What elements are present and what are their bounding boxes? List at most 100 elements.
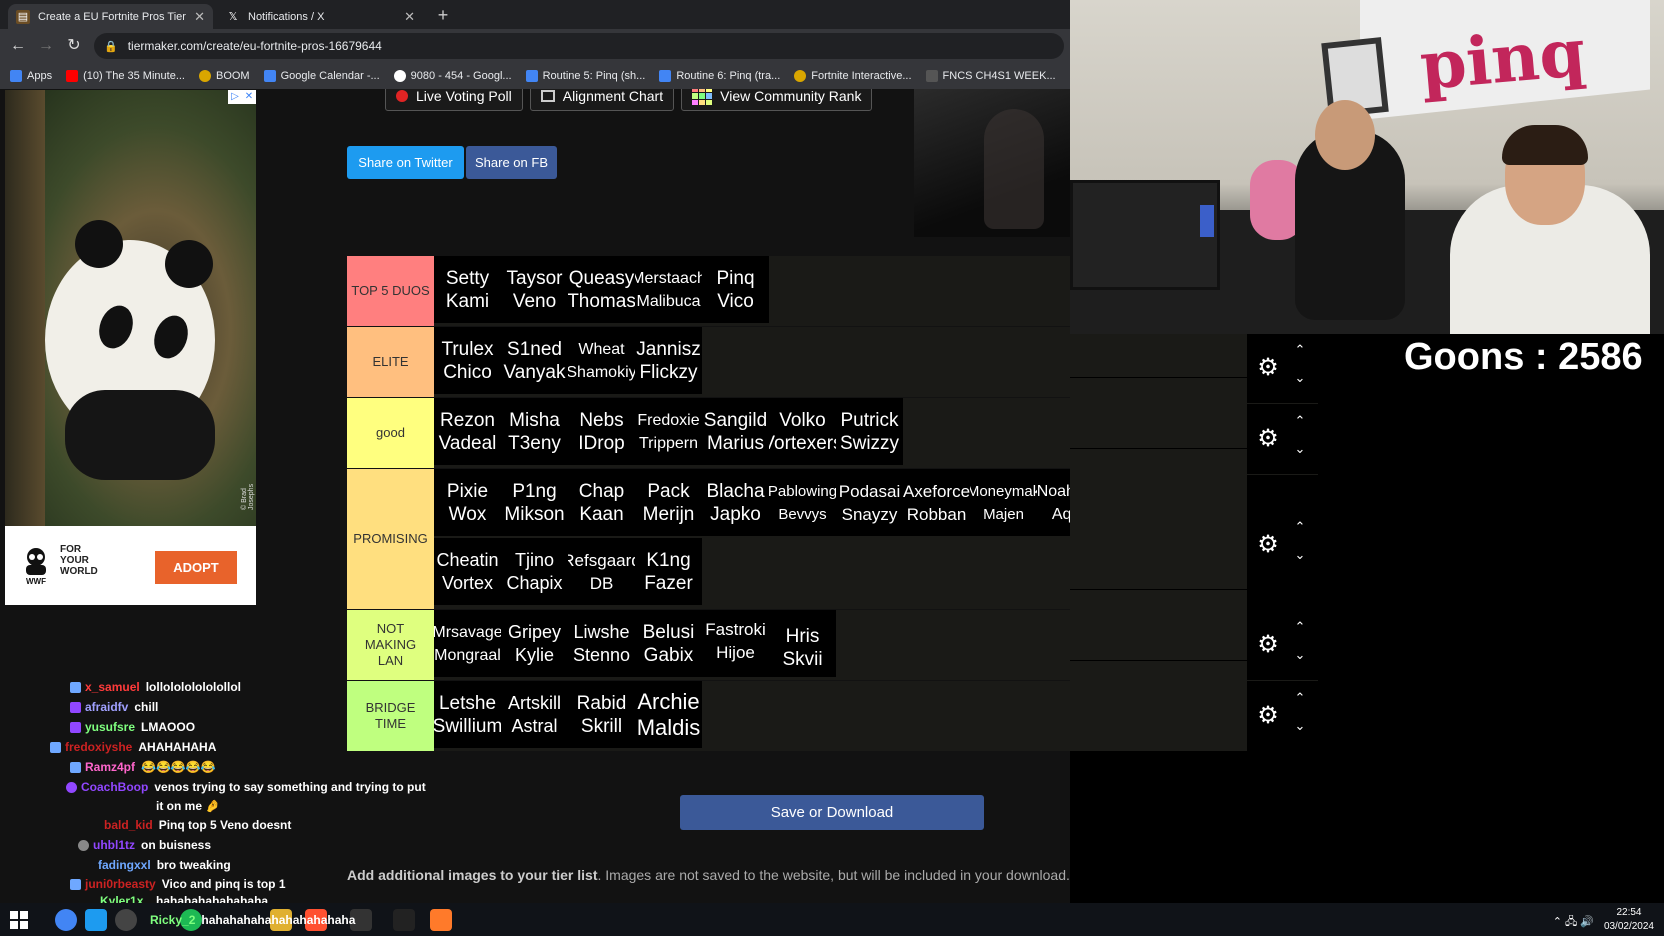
close-tab-icon[interactable]: ✕ — [404, 9, 415, 25]
tier-item[interactable]: Pixie Wox — [434, 469, 501, 536]
tab-x-notifications[interactable]: 𝕏 Notifications / X ✕ — [218, 4, 423, 29]
tier-label[interactable]: good — [347, 398, 434, 468]
badge-icon — [70, 702, 81, 714]
app-icon[interactable] — [430, 909, 452, 931]
bookmark-youtube[interactable]: (10) The 35 Minute... — [66, 70, 185, 82]
tier-item[interactable]: P1ng Mikson — [501, 469, 568, 536]
tier-item[interactable]: Noahreyli Aqua — [1037, 469, 1070, 536]
tier-item[interactable]: Taysor Veno — [501, 256, 568, 323]
tier-item[interactable]: VolkoVortexers — [769, 398, 836, 465]
tier-item[interactable]: Rezon Vadeal — [434, 398, 501, 465]
tier-item[interactable]: Pablowing Bevvys — [769, 469, 836, 536]
tier-item[interactable]: Liwshe Stenno — [568, 610, 635, 677]
player-name: T3eny — [508, 432, 561, 454]
tier-item[interactable]: Axeforce Robban — [903, 469, 970, 536]
move-up-icon[interactable]: ⌃ — [1291, 520, 1309, 534]
move-up-icon[interactable]: ⌃ — [1291, 414, 1309, 428]
windows-start-icon[interactable] — [10, 911, 28, 929]
wwf-advertisement[interactable]: © Brad Josephs ▷ ✕ WWF FOR YOUR WORLD AD… — [5, 90, 256, 605]
address-bar[interactable]: 🔒 tiermaker.com/create/eu-fortnite-pros-… — [94, 33, 1064, 59]
system-tray[interactable]: ⌃ 🖧 🔊 — [1553, 913, 1594, 932]
share-facebook-button[interactable]: Share on FB — [466, 146, 557, 179]
obs-icon[interactable] — [393, 909, 415, 931]
tier-item[interactable]: Pinq Vico — [702, 256, 769, 323]
tier-item[interactable]: Hris Skvii — [769, 610, 836, 677]
tier-item[interactable]: Setty Kami — [434, 256, 501, 323]
app-icon[interactable] — [115, 909, 137, 931]
bookmark-routine-5[interactable]: Routine 5: Pinq (sh... — [525, 70, 645, 82]
bookmark-fncs[interactable]: FNCS CH4S1 WEEK... — [925, 70, 1056, 82]
tier-item[interactable]: Trulex Chico — [434, 327, 501, 394]
tier-item[interactable]: K1ng Fazer — [635, 538, 702, 605]
gear-icon[interactable]: ⚙ — [1255, 632, 1281, 658]
back-icon[interactable]: ← — [8, 36, 28, 56]
alignment-chart-button[interactable]: Alignment Chart — [529, 89, 675, 111]
bookmark-label: Routine 6: Pinq (tra... — [676, 70, 781, 82]
tier-item[interactable]: Rabid Skrill — [568, 681, 635, 748]
tier-item[interactable]: Archie Maldis — [635, 681, 702, 748]
tier-item[interactable]: Merstaach Malibuca — [635, 256, 702, 323]
tier-item[interactable]: Nebs IDrop — [568, 398, 635, 465]
live-voting-poll-button[interactable]: Live Voting Poll — [385, 89, 523, 111]
chrome-icon[interactable] — [55, 909, 77, 931]
tab-tiermaker[interactable]: ▤ Create a EU Fortnite Pros Tier Lis ✕ — [8, 4, 213, 29]
bookmark-routine-6[interactable]: Routine 6: Pinq (tra... — [659, 70, 780, 82]
bookmark-fortnite-interactive[interactable]: Fortnite Interactive... — [794, 70, 912, 82]
tier-item[interactable]: Tjino Chapix — [501, 538, 568, 605]
share-twitter-button[interactable]: Share on Twitter — [347, 146, 464, 179]
tier-label[interactable]: ELITE — [347, 327, 434, 397]
move-down-icon[interactable]: ⌄ — [1291, 719, 1309, 733]
tier-item[interactable]: Pack Merijn — [635, 469, 702, 536]
bookmark-boom[interactable]: BOOM — [198, 70, 250, 82]
tier-item[interactable]: Sangild Marius — [702, 398, 769, 465]
tier-item[interactable]: Fredoxie Trippern — [635, 398, 702, 465]
video-thumbnail[interactable] — [914, 89, 1070, 237]
gear-icon[interactable]: ⚙ — [1255, 703, 1281, 729]
ad-choices[interactable]: ▷ ✕ — [228, 90, 256, 104]
save-or-download-button[interactable]: Save or Download — [680, 795, 984, 830]
tier-item[interactable]: Cheatin Vortex — [434, 538, 501, 605]
tier-item[interactable]: Belusi Gabix — [635, 610, 702, 677]
bookmark-apps[interactable]: Apps — [10, 70, 52, 82]
close-ad-icon[interactable]: ✕ — [242, 90, 256, 104]
tier-item[interactable]: Jannisz Flickzy — [635, 327, 702, 394]
move-up-icon[interactable]: ⌃ — [1291, 620, 1309, 634]
view-community-rank-button[interactable]: View Community Rank — [681, 89, 873, 111]
app-icon[interactable] — [85, 909, 107, 931]
tier-item[interactable]: Blacha Japko — [702, 469, 769, 536]
forward-icon[interactable]: → — [36, 36, 56, 56]
move-down-icon[interactable]: ⌄ — [1291, 548, 1309, 562]
tier-item[interactable]: Putrick Swizzy — [836, 398, 903, 465]
clock[interactable]: 22:54 03/02/2024 — [1604, 906, 1654, 934]
tier-item[interactable]: Refsgaard DB — [568, 538, 635, 605]
tier-item[interactable]: Fastroki Hijoe — [702, 610, 769, 677]
tier-item[interactable]: Letshe Swillium — [434, 681, 501, 748]
move-up-icon[interactable]: ⌃ — [1291, 691, 1309, 705]
adopt-button[interactable]: ADOPT — [155, 551, 237, 584]
tier-item[interactable]: S1ned Vanyak — [501, 327, 568, 394]
move-down-icon[interactable]: ⌄ — [1291, 648, 1309, 662]
bookmark-google-sheet[interactable]: 9080 - 454 - Googl... — [393, 70, 512, 82]
new-tab-icon[interactable]: + — [432, 4, 454, 26]
tier-item[interactable]: Artskill Astral — [501, 681, 568, 748]
tier-item[interactable]: Gripey Kylie — [501, 610, 568, 677]
tier-label[interactable]: TOP 5 DUOS — [347, 256, 434, 326]
close-tab-icon[interactable]: ✕ — [194, 9, 205, 25]
tier-item[interactable]: Misha T3eny — [501, 398, 568, 465]
move-down-icon[interactable]: ⌄ — [1291, 442, 1309, 456]
gear-icon[interactable]: ⚙ — [1255, 532, 1281, 558]
bookmark-google-calendar[interactable]: Google Calendar -... — [263, 70, 380, 82]
gear-icon[interactable]: ⚙ — [1255, 355, 1281, 381]
tier-item[interactable]: Moneymak Majen — [970, 469, 1037, 536]
gear-icon[interactable]: ⚙ — [1255, 426, 1281, 452]
tier-item[interactable]: Queasy Thomas — [568, 256, 635, 323]
move-down-icon[interactable]: ⌄ — [1291, 371, 1309, 385]
tier-item[interactable]: Chap Kaan — [568, 469, 635, 536]
tier-label[interactable]: PROMISING — [347, 469, 434, 609]
tier-item[interactable]: Mrsavage Mongraal — [434, 610, 501, 677]
tier-item[interactable]: Wheat Shamokiy — [568, 327, 635, 394]
adchoices-icon[interactable]: ▷ — [228, 90, 242, 104]
tier-item[interactable]: Podasai Snayzy — [836, 469, 903, 536]
reload-icon[interactable]: ↻ — [64, 36, 84, 56]
move-up-icon[interactable]: ⌃ — [1291, 343, 1309, 357]
